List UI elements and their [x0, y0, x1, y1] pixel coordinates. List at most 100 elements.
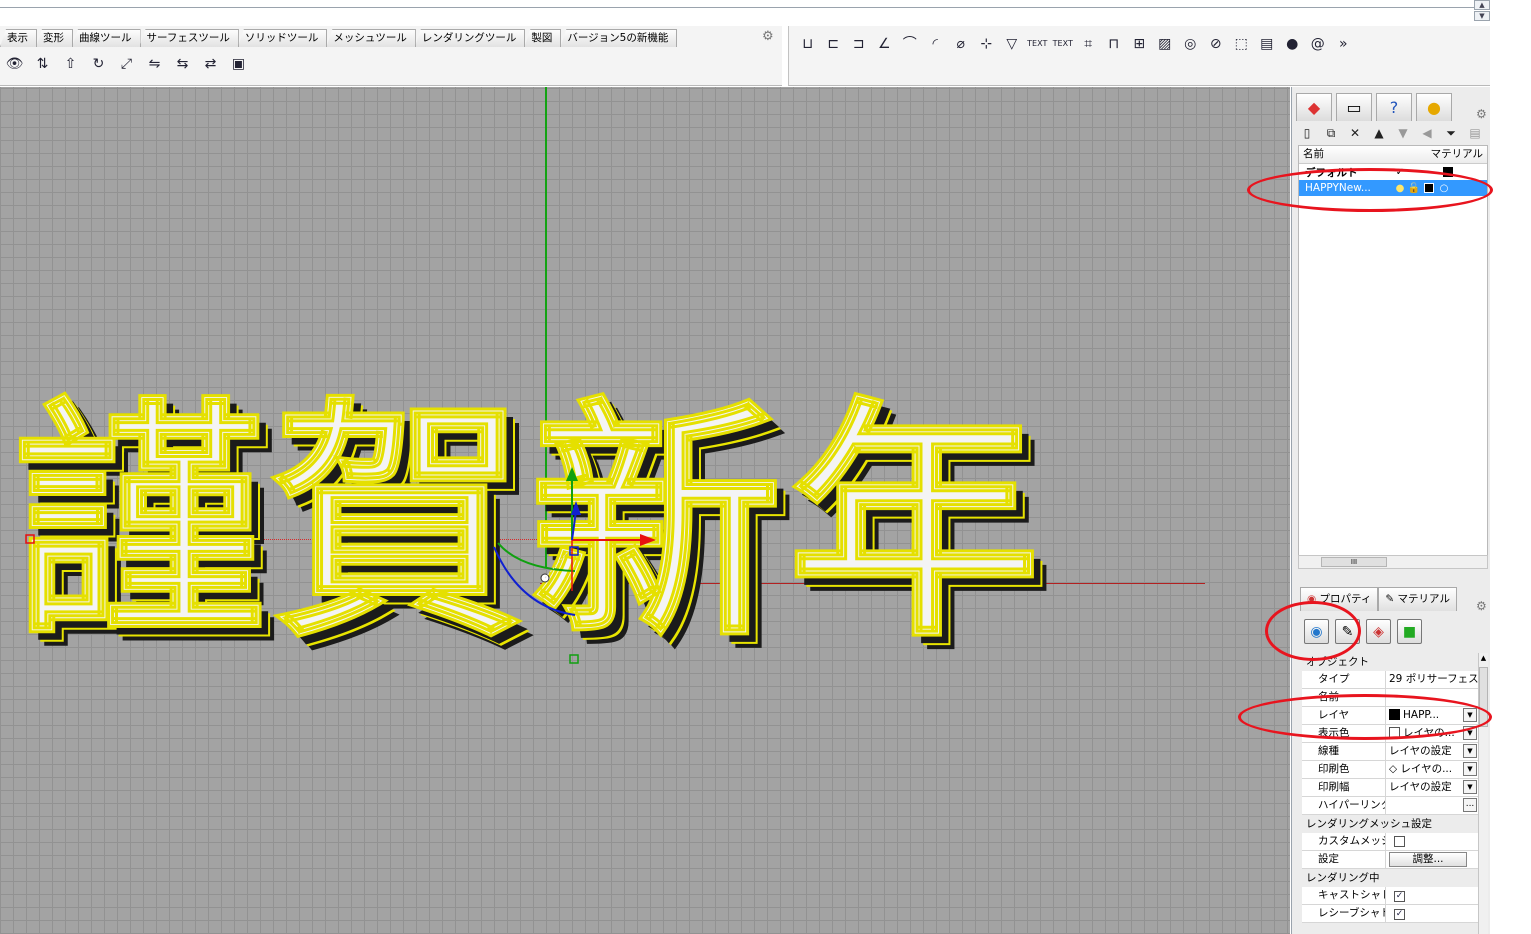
command-scroll-down-button[interactable]: ▼ [1474, 11, 1490, 21]
help-icon[interactable]: ? [1376, 93, 1412, 121]
tab-render-tools[interactable]: レンダリングツール [414, 29, 526, 47]
dimension-radius-icon[interactable]: ◜ [923, 32, 949, 56]
tool-icon[interactable]: ▤ [1466, 125, 1484, 141]
adjust-button[interactable]: 調整... [1389, 852, 1467, 867]
move-up-icon[interactable]: ▲ [1370, 125, 1388, 141]
tab-mesh-tools[interactable]: メッシュツール [326, 29, 416, 47]
tab-surface-tools[interactable]: サーフェスツール [139, 29, 239, 47]
clipping-icon[interactable]: ◎ [1178, 32, 1204, 56]
spiral-icon[interactable]: @ [1305, 32, 1331, 56]
receive-shadow-checkbox[interactable]: ✓ [1394, 909, 1405, 920]
overflow-chevron-icon[interactable]: » [1331, 32, 1357, 56]
layer-color-swatch[interactable] [1424, 183, 1434, 193]
prop-row-hyperlink: ハイパーリンク ... [1302, 797, 1478, 815]
section-icon[interactable]: ⊘ [1203, 32, 1229, 56]
gear-icon[interactable]: ⚙ [1476, 107, 1487, 121]
layer-row-happynew[interactable]: HAPPYNew... ● 🔓 ○ [1299, 180, 1487, 196]
sphere-icon[interactable]: ● [1280, 32, 1306, 56]
balloon-icon[interactable]: ⊓ [1101, 32, 1127, 56]
copy-layer-icon[interactable]: ⧉ [1322, 125, 1340, 141]
render-icon[interactable]: ● [1416, 93, 1452, 121]
texture-mapping-icon[interactable]: ◈ [1366, 619, 1391, 644]
text-tag-icon[interactable]: TEXT [1050, 32, 1076, 56]
chevron-down-icon[interactable]: ▼ [1463, 708, 1477, 722]
dimension-rotated-icon[interactable]: ⊐ [846, 32, 872, 56]
print-color-select[interactable]: ◇ レイヤの... ▼ [1386, 761, 1478, 778]
tab-v5-new-features[interactable]: バージョン5の新機能 [560, 29, 678, 47]
text-block-icon[interactable]: ⌗ [1076, 32, 1102, 56]
hatch-icon[interactable]: ▨ [1152, 32, 1178, 56]
tab-properties[interactable]: ◉ プロパティ [1300, 587, 1379, 611]
filter-icon[interactable]: ⏷ [1442, 125, 1460, 141]
dimension-angle-icon[interactable]: ∠ [872, 32, 898, 56]
display-icon[interactable]: ▭ [1336, 93, 1372, 121]
name-input[interactable] [1386, 689, 1478, 706]
dimension-aligned-icon[interactable]: ⊏ [821, 32, 847, 56]
color-wheel-icon: ◉ [1307, 593, 1317, 605]
material-icon[interactable]: ○ [1437, 183, 1451, 194]
mirror-icon[interactable]: ⇋ [142, 53, 167, 75]
prop-row-cast-shadow: キャストシャドウ ✓ [1302, 887, 1478, 905]
chevron-down-icon[interactable]: ▼ [1463, 762, 1477, 776]
layer-list-hscroll[interactable]: III [1298, 555, 1488, 569]
rotate-icon[interactable]: ↻ [86, 53, 111, 75]
layer-row-default[interactable]: デフォルト ✓ [1299, 164, 1487, 180]
object-properties-icon[interactable]: ◉ [1304, 619, 1329, 644]
layer-icon[interactable]: ▤ [1254, 32, 1280, 56]
orient-icon[interactable]: ⇄ [198, 53, 223, 75]
scroll-up-icon[interactable]: ▲ [1479, 653, 1488, 663]
command-scroll-up-button[interactable]: ▲ [1474, 0, 1490, 10]
layer-select[interactable]: HAPP... ▼ [1386, 707, 1478, 724]
chevron-down-icon[interactable]: ▼ [1463, 744, 1477, 758]
detail-icon[interactable]: ⊞ [1127, 32, 1153, 56]
tab-drafting[interactable]: 製図 [524, 29, 562, 47]
perspective-viewport[interactable]: 謹 賀 新 年 [0, 87, 1290, 934]
text-icon[interactable]: TEXT [1025, 32, 1051, 56]
scroll-thumb[interactable]: III [1321, 557, 1387, 567]
eye-icon[interactable]: 👁 [2, 53, 27, 75]
material-brush-icon[interactable]: ✎ [1335, 619, 1360, 644]
flip-icon[interactable]: ⇅ [30, 53, 55, 75]
dimension-linear-icon[interactable]: ⊔ [795, 32, 821, 56]
hyperlink-button[interactable]: ... [1463, 798, 1477, 812]
lightbulb-icon[interactable]: ● [1393, 183, 1407, 194]
gear-icon[interactable]: ⚙ [762, 29, 774, 44]
scale-icon[interactable]: ⤢ [114, 53, 139, 75]
dimension-diameter-icon[interactable]: ⌀ [948, 32, 974, 56]
layer-color-swatch[interactable] [1443, 167, 1453, 177]
chevron-down-icon[interactable]: ▼ [1463, 780, 1477, 794]
tab-display[interactable]: 表示 [0, 29, 37, 47]
tab-material[interactable]: ✎ マテリアル [1378, 587, 1457, 611]
cast-shadow-checkbox[interactable]: ✓ [1394, 891, 1405, 902]
box-icon[interactable]: ⬚ [1229, 32, 1255, 56]
scroll-thumb[interactable] [1479, 667, 1488, 727]
chevron-down-icon[interactable]: ▼ [1463, 726, 1477, 740]
bounding-box-icon[interactable]: ▣ [226, 53, 251, 75]
move-down-icon[interactable]: ▼ [1394, 125, 1412, 141]
properties-vscroll[interactable]: ▲ [1478, 653, 1488, 934]
tab-curve-tools[interactable]: 曲線ツール [72, 29, 141, 47]
tab-transform[interactable]: 変形 [36, 29, 73, 47]
tab-solid-tools[interactable]: ソリッドツール [237, 29, 328, 47]
column-name[interactable]: 名前 [1303, 146, 1324, 163]
decal-icon[interactable]: ■ [1397, 619, 1422, 644]
print-width-select[interactable]: レイヤの設定 ▼ [1386, 779, 1478, 796]
layers-icon[interactable]: ◆ [1296, 93, 1332, 121]
unlock-icon[interactable]: 🔓 [1407, 183, 1421, 194]
leader-icon[interactable]: ▽ [999, 32, 1025, 56]
prop-label: レシーブシャドウ [1302, 905, 1386, 922]
linetype-select[interactable]: レイヤの設定 ▼ [1386, 743, 1478, 760]
new-layer-icon[interactable]: ▯ [1298, 125, 1316, 141]
gear-icon[interactable]: ⚙ [1476, 599, 1487, 613]
custom-mesh-checkbox[interactable] [1394, 836, 1405, 847]
prop-value: 29 ポリサーフェス [1389, 673, 1478, 685]
dimension-arc-icon[interactable]: ⌒ [897, 32, 923, 56]
column-material[interactable]: マテリアル [1431, 146, 1483, 163]
display-color-select[interactable]: レイヤの... ▼ [1386, 725, 1478, 742]
gumball-gizmo[interactable] [0, 87, 1290, 934]
delete-icon[interactable]: ✕ [1346, 125, 1364, 141]
back-icon[interactable]: ◀ [1418, 125, 1436, 141]
array-icon[interactable]: ⇆ [170, 53, 195, 75]
move-up-icon[interactable]: ⇧ [58, 53, 83, 75]
dimension-ordinate-icon[interactable]: ⊹ [974, 32, 1000, 56]
